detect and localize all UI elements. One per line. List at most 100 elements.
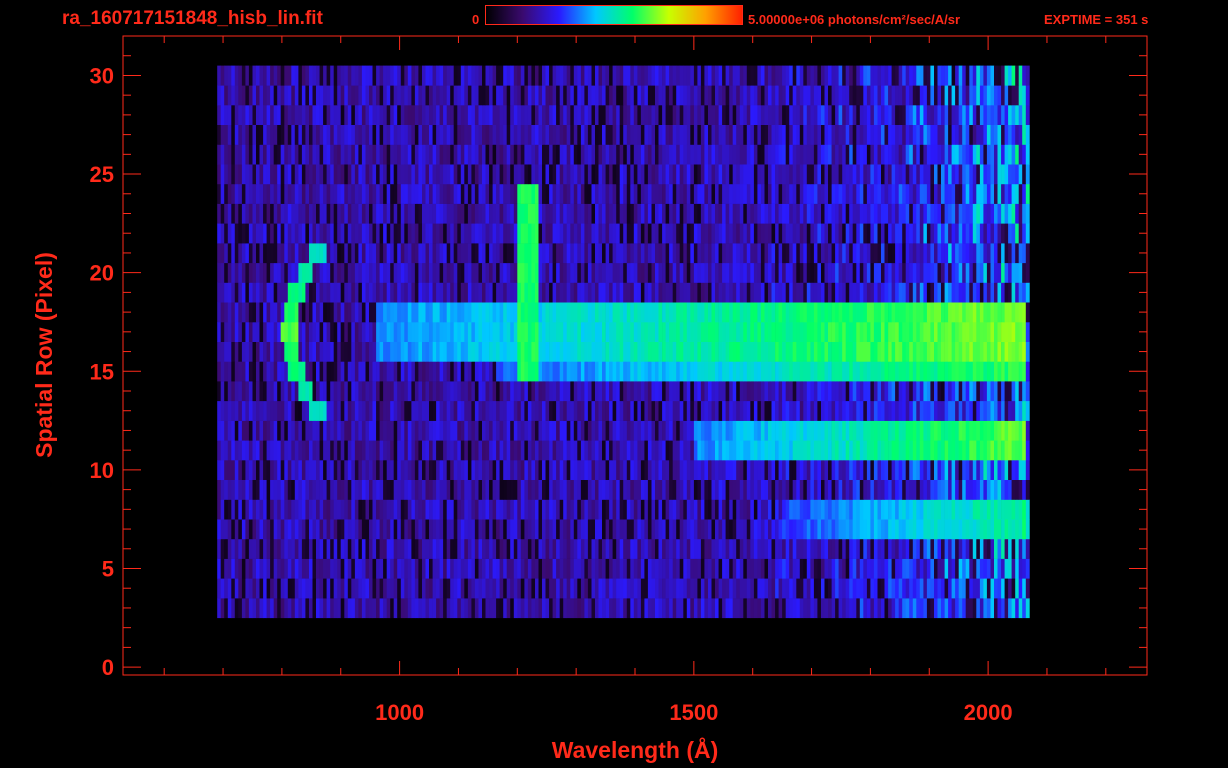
heatmap-cell [626, 243, 631, 264]
heatmap-cell [775, 361, 779, 382]
heatmap-cell [930, 302, 935, 323]
heatmap-cell [926, 598, 931, 619]
heatmap-cell [397, 322, 402, 342]
heatmap-cell [658, 538, 663, 559]
heatmap-cell [732, 223, 737, 244]
heatmap-cell [616, 598, 621, 619]
heatmap-cell [570, 440, 575, 461]
heatmap-cell [291, 322, 296, 342]
heatmap-cell [305, 282, 310, 303]
heatmap-cell [298, 578, 303, 599]
heatmap-cell [743, 479, 748, 500]
heatmap-cell [298, 440, 303, 461]
heatmap-cell [715, 262, 719, 283]
heatmap-cell [390, 243, 395, 264]
heatmap-cell [316, 420, 320, 441]
heatmap-cell [941, 479, 945, 500]
heatmap-cell [542, 400, 546, 421]
heatmap-cell [298, 460, 303, 480]
heatmap-cell [806, 460, 811, 480]
heatmap-cell [294, 183, 299, 204]
heatmap-cell [414, 420, 419, 441]
heatmap-cell [612, 538, 617, 559]
heatmap-cell [471, 558, 476, 579]
heatmap-cell [351, 282, 356, 303]
heatmap-cell [824, 361, 829, 382]
heatmap-cell [436, 578, 440, 599]
heatmap-cell [482, 420, 486, 441]
heatmap-cell [768, 282, 772, 303]
heatmap-cell [503, 381, 508, 402]
heatmap-cell [948, 302, 952, 323]
heatmap-cell [729, 558, 734, 579]
heatmap-cell [316, 519, 320, 540]
heatmap-cell [535, 262, 539, 283]
heatmap-cell [605, 440, 610, 461]
heatmap-cell [888, 479, 892, 500]
heatmap-cell [1001, 262, 1005, 283]
heatmap-cell [725, 322, 730, 342]
heatmap-cell [492, 479, 497, 500]
heatmap-cell [1022, 420, 1027, 441]
heatmap-cell [1025, 282, 1030, 303]
heatmap-cell [478, 183, 483, 204]
heatmap-cell [312, 183, 317, 204]
heatmap-cell [976, 538, 981, 559]
heatmap-cell [619, 578, 624, 599]
heatmap-cell [965, 420, 970, 441]
heatmap-cell [1015, 400, 1020, 421]
heatmap-cell [930, 440, 935, 461]
heatmap-cell [280, 598, 285, 619]
heatmap-cell [704, 341, 709, 362]
heatmap-cell [616, 361, 621, 382]
heatmap-cell [598, 361, 603, 382]
heatmap-cell [831, 223, 836, 244]
heatmap-cell [443, 322, 447, 342]
heatmap-cell [948, 341, 952, 362]
heatmap-cell [595, 203, 599, 224]
heatmap-cell [630, 558, 635, 579]
heatmap-cell [467, 183, 472, 204]
heatmap-cell [965, 302, 970, 323]
heatmap-cell [224, 400, 229, 421]
heatmap-cell [464, 223, 469, 244]
heatmap-cell [485, 460, 490, 480]
heatmap-cell [510, 460, 515, 480]
heatmap-cell [676, 460, 681, 480]
heatmap-cell [810, 420, 815, 441]
heatmap-cell [994, 558, 998, 579]
heatmap-cell [768, 460, 772, 480]
heatmap-cell [813, 558, 818, 579]
heatmap-cell [549, 578, 553, 599]
heatmap-cell [598, 420, 603, 441]
heatmap-cell [623, 262, 628, 283]
heatmap-cell [256, 558, 260, 579]
heatmap-cell [937, 479, 942, 500]
heatmap-cell [217, 558, 222, 579]
heatmap-cell [354, 499, 359, 520]
heatmap-cell [612, 282, 617, 303]
heatmap-cell [771, 361, 776, 382]
heatmap-cell [753, 282, 758, 303]
heatmap-cell [983, 262, 988, 283]
heatmap-cell [732, 183, 737, 204]
heatmap-cell [881, 262, 885, 283]
heatmap-cell [895, 243, 899, 264]
heatmap-cell [813, 341, 818, 362]
heatmap-cell [277, 282, 282, 303]
heatmap-cell [397, 499, 402, 520]
heatmap-cell [450, 440, 455, 461]
heatmap-cell [439, 243, 444, 264]
heatmap-cell [743, 262, 748, 283]
heatmap-cell [658, 479, 663, 500]
heatmap-cell [570, 223, 575, 244]
heatmap-cell [782, 282, 786, 303]
heatmap-cell [591, 598, 596, 619]
heatmap-cell [570, 183, 575, 204]
heatmap-cell [764, 479, 769, 500]
heatmap-cell [411, 322, 416, 342]
heatmap-cell [919, 440, 924, 461]
heatmap-cell [838, 538, 843, 559]
heatmap-cell [386, 538, 391, 559]
heatmap-cell [301, 598, 306, 619]
